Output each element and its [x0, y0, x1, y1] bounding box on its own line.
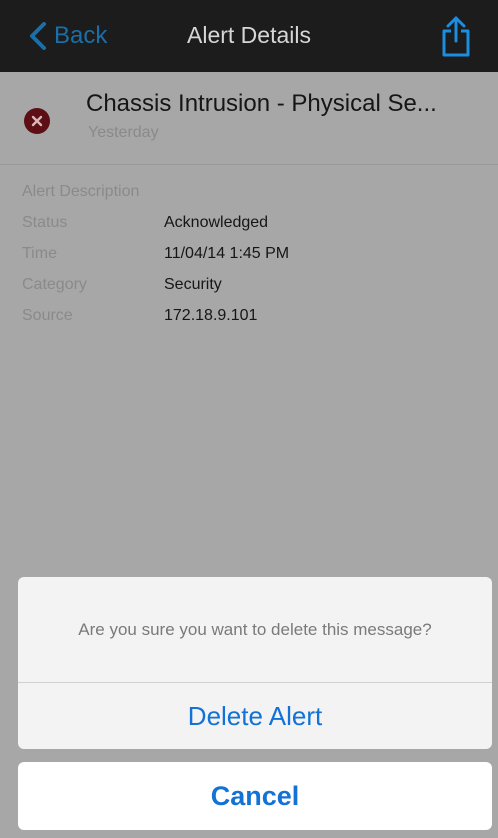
field-label: Category: [22, 276, 87, 293]
alert-header: Chassis Intrusion - Physical Se... Yeste…: [0, 72, 498, 165]
alert-title: Chassis Intrusion - Physical Se...: [86, 90, 437, 117]
field-row-time: Time 11/04/14 1:45 PM: [22, 242, 482, 273]
field-label: Source: [22, 307, 73, 324]
share-button[interactable]: [438, 12, 474, 60]
error-icon: [24, 108, 50, 134]
alert-description: Alert Description Status Acknowledged Ti…: [22, 180, 482, 335]
field-value: Acknowledged: [164, 214, 269, 231]
alert-date: Yesterday: [88, 124, 159, 141]
field-value: 172.18.9.101: [164, 307, 258, 324]
confirm-message: Are you sure you want to delete this mes…: [18, 577, 492, 683]
field-value: Security: [164, 276, 222, 293]
field-row-source: Source 172.18.9.101: [22, 304, 482, 335]
page-title: Alert Details: [187, 22, 311, 48]
delete-action-sheet: Are you sure you want to delete this mes…: [18, 577, 492, 749]
field-row-category: Category Security: [22, 273, 482, 304]
field-label: Status: [22, 214, 68, 231]
field-value: 11/04/14 1:45 PM: [164, 245, 290, 262]
field-row-status: Status Acknowledged: [22, 211, 482, 242]
delete-alert-button[interactable]: Delete Alert: [18, 684, 492, 749]
cancel-button[interactable]: Cancel: [18, 762, 492, 830]
section-label: Alert Description: [22, 183, 140, 200]
field-label: Time: [22, 245, 57, 262]
navigation-bar: Back Alert Details: [0, 0, 498, 72]
share-icon: [442, 16, 470, 57]
